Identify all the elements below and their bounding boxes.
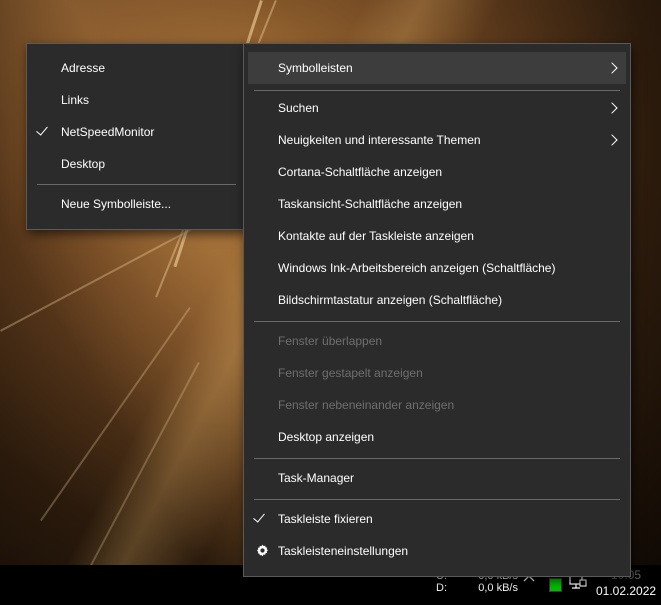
network-icon[interactable] (569, 574, 587, 597)
menu-item-label: Symbolleisten (278, 61, 353, 75)
submenu-item-label: Links (61, 93, 90, 107)
menu-item-fenster-ueberlappen: Fenster überlappen (244, 325, 630, 357)
menu-item-taskleisteneinstellungen[interactable]: Taskleisteneinstellungen (244, 535, 630, 567)
menu-separator (37, 184, 236, 185)
submenu-item-netspeedmonitor[interactable]: NetSpeedMonitor (27, 116, 246, 148)
submenu-item-links[interactable]: Links (27, 84, 246, 116)
menu-item-label: Fenster gestapelt anzeigen (278, 366, 423, 380)
wallpaper-light-streak (90, 361, 200, 565)
netspeed-down-label: D: (436, 582, 447, 594)
menu-separator (254, 458, 620, 459)
chevron-right-icon (606, 102, 618, 114)
submenu-item-label: Adresse (61, 61, 106, 75)
menu-item-symbolleisten[interactable]: Symbolleisten (248, 52, 626, 84)
clock-date: 01.02.2022 (596, 584, 657, 598)
gear-icon (256, 544, 269, 559)
menu-separator (254, 321, 620, 322)
chevron-right-icon (606, 62, 618, 74)
netspeed-down-value: 0,0 kB/s (478, 582, 518, 594)
menu-separator (254, 90, 620, 91)
menu-item-suchen[interactable]: Suchen (244, 92, 630, 124)
menu-item-cortana[interactable]: Cortana-Schaltfläche anzeigen (244, 156, 630, 188)
menu-item-label: Fenster nebeneinander anzeigen (278, 398, 455, 412)
menu-item-label: Taskleisteneinstellungen (278, 544, 409, 558)
submenu-item-adresse[interactable]: Adresse (27, 52, 246, 84)
submenu-item-desktop[interactable]: Desktop (27, 148, 246, 180)
toolbars-submenu: Adresse Links NetSpeedMonitor Desktop Ne… (26, 43, 247, 230)
menu-item-fenster-nebeneinander: Fenster nebeneinander anzeigen (244, 389, 630, 421)
menu-item-label: Neuigkeiten und interessante Themen (278, 133, 481, 147)
menu-item-label: Windows Ink-Arbeitsbereich anzeigen (Sch… (278, 261, 556, 275)
menu-item-label: Desktop anzeigen (278, 430, 375, 444)
menu-separator (254, 499, 620, 500)
menu-item-label: Suchen (278, 101, 319, 115)
submenu-item-new-toolbar[interactable]: Neue Symbolleiste... (27, 188, 246, 220)
menu-item-bildschirmtastatur[interactable]: Bildschirmtastatur anzeigen (Schaltfläch… (244, 284, 630, 316)
menu-item-label: Task-Manager (278, 471, 355, 485)
check-icon (253, 510, 265, 523)
menu-item-label: Fenster überlappen (278, 334, 383, 348)
menu-item-kontakte[interactable]: Kontakte auf der Taskleiste anzeigen (244, 220, 630, 252)
menu-item-fenster-gestapelt: Fenster gestapelt anzeigen (244, 357, 630, 389)
menu-item-ink[interactable]: Windows Ink-Arbeitsbereich anzeigen (Sch… (244, 252, 630, 284)
menu-item-desktop-anzeigen[interactable]: Desktop anzeigen (244, 421, 630, 453)
submenu-item-label: Desktop (61, 157, 106, 171)
taskbar-context-menu: Symbolleisten Suchen Neuigkeiten und int… (243, 43, 631, 577)
menu-item-taskansicht[interactable]: Taskansicht-Schaltfläche anzeigen (244, 188, 630, 220)
menu-item-label: Kontakte auf der Taskleiste anzeigen (278, 229, 474, 243)
menu-item-label: Taskansicht-Schaltfläche anzeigen (278, 197, 463, 211)
wallpaper-light-streak (40, 307, 191, 522)
check-icon (36, 123, 48, 136)
menu-item-neuigkeiten[interactable]: Neuigkeiten und interessante Themen (244, 124, 630, 156)
submenu-item-label: Neue Symbolleiste... (61, 197, 172, 211)
menu-item-task-manager[interactable]: Task-Manager (244, 462, 630, 494)
submenu-item-label: NetSpeedMonitor (61, 125, 155, 139)
menu-item-taskleiste-fixieren[interactable]: Taskleiste fixieren (244, 503, 630, 535)
status-tray-icon[interactable] (549, 578, 562, 592)
menu-item-label: Cortana-Schaltfläche anzeigen (278, 165, 443, 179)
menu-item-label: Bildschirmtastatur anzeigen (Schaltfläch… (278, 293, 503, 307)
menu-item-label: Taskleiste fixieren (278, 512, 373, 526)
chevron-right-icon (606, 134, 618, 146)
